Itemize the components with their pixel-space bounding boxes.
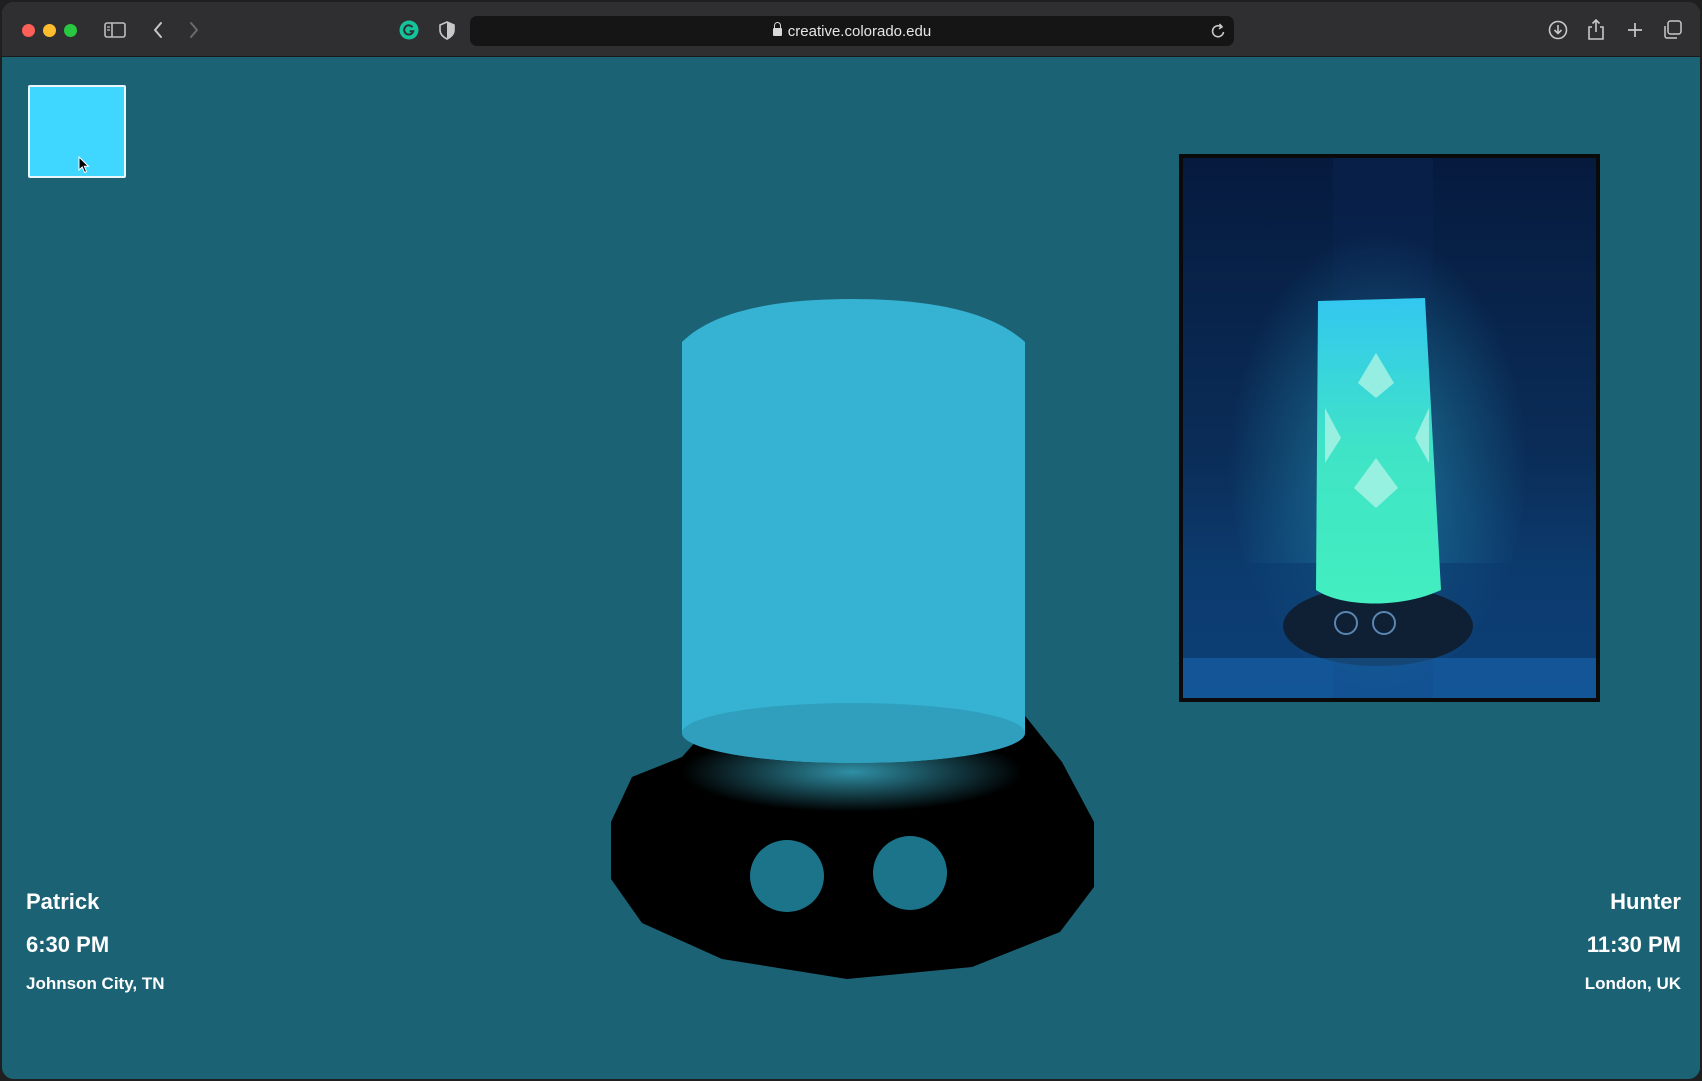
browser-window: creative.colorado.edu Patrick 6:30 PM Jo… (2, 2, 1700, 1079)
lamp-shade (682, 299, 1025, 764)
back-icon[interactable] (145, 17, 171, 43)
sidebar-icon[interactable] (102, 17, 128, 43)
right-user-name: Hunter (1610, 889, 1681, 914)
address-bar[interactable]: creative.colorado.edu (470, 16, 1234, 46)
color-picker-swatch[interactable] (28, 85, 126, 178)
left-user-time: 6:30 PM (26, 932, 110, 957)
url-text: creative.colorado.edu (787, 23, 932, 40)
close-window-button[interactable] (22, 24, 35, 37)
grammarly-icon[interactable] (396, 17, 422, 43)
url-text-row: creative.colorado.edu (470, 22, 1234, 40)
reload-icon[interactable] (1211, 23, 1226, 43)
tab-overview-icon[interactable] (1660, 17, 1686, 43)
page-content: Patrick 6:30 PM Johnson City, TN Hunter … (2, 57, 1700, 1079)
right-user-location: London, UK (1584, 974, 1681, 993)
new-tab-icon[interactable] (1622, 17, 1648, 43)
download-icon[interactable] (1545, 17, 1571, 43)
zoom-window-button[interactable] (64, 24, 77, 37)
minimize-window-button[interactable] (43, 24, 56, 37)
browser-toolbar: creative.colorado.edu (2, 2, 1700, 57)
shield-icon[interactable] (434, 17, 460, 43)
lamp-shade-bottom (682, 703, 1025, 763)
right-user-time: 11:30 PM (1586, 932, 1681, 957)
base-hole-left (750, 840, 824, 912)
share-icon[interactable] (1583, 17, 1609, 43)
left-user-location: Johnson City, TN (26, 974, 165, 993)
forward-icon[interactable] (181, 17, 207, 43)
lamp-photo (1179, 154, 1600, 702)
lock-icon (772, 22, 782, 36)
base-hole-right (873, 836, 947, 910)
left-user-name: Patrick (26, 889, 100, 914)
cursor-icon (78, 155, 90, 179)
lamp-3d-model[interactable] (602, 257, 1122, 1027)
